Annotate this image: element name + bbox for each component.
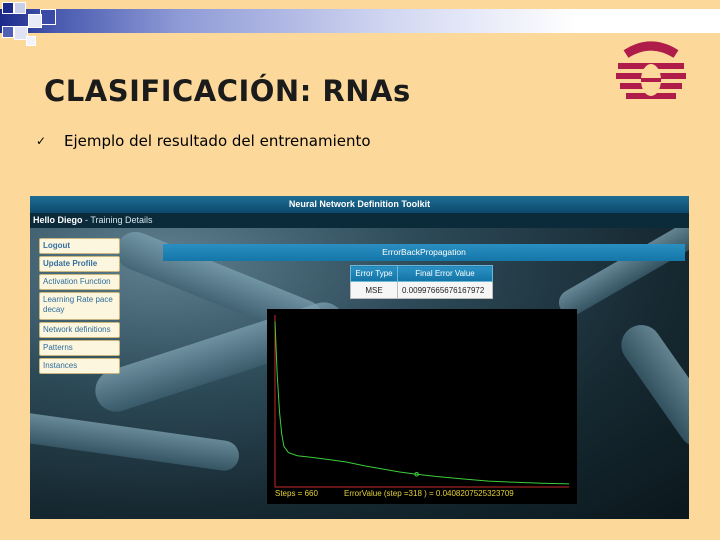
section-label: - Training Details — [82, 215, 153, 225]
app-screenshot: Neural Network Definition Toolkit Hello … — [30, 196, 689, 519]
decorative-square — [40, 9, 56, 25]
bullet-item: ✓ Ejemplo del resultado del entrenamient… — [36, 132, 371, 150]
app-title-bar: Neural Network Definition Toolkit — [30, 196, 689, 213]
steps-label: Steps = 660 — [275, 489, 318, 498]
decorative-square — [26, 36, 36, 46]
activation-function-button[interactable]: Activation Function — [39, 274, 120, 290]
algorithm-title-bar: ErrorBackPropagation — [163, 244, 685, 261]
slide-title: CLASIFICACIÓN: RNAs — [44, 74, 411, 108]
column-header: Final Error Value — [397, 265, 493, 282]
decorative-square — [2, 2, 14, 14]
greeting: Hello Diego — [33, 215, 83, 225]
error-table: Error Type Final Error Value MSE 0.00997… — [350, 265, 493, 299]
neuron-background-shape — [554, 217, 689, 321]
university-logo — [616, 41, 686, 99]
table-header-row: Error Type Final Error Value — [350, 265, 493, 282]
column-header: Error Type — [350, 265, 398, 282]
table-cell: 0.00997665676167972 — [397, 281, 493, 299]
error-value-label: ErrorValue (step =318 ) = 0.040820752532… — [344, 489, 514, 498]
decorative-square — [28, 14, 42, 28]
update-profile-button[interactable]: Update Profile — [39, 256, 120, 272]
error-curve-line — [274, 321, 570, 485]
app-subheader: Hello Diego - Training Details — [30, 213, 689, 228]
instances-button[interactable]: Instances — [39, 358, 120, 374]
decorative-square — [2, 26, 14, 38]
network-definitions-button[interactable]: Network definitions — [39, 322, 120, 338]
patterns-button[interactable]: Patterns — [39, 340, 120, 356]
error-plot: Steps = 660 ErrorValue (step =318 ) = 0.… — [267, 309, 577, 504]
logout-button[interactable]: Logout — [39, 238, 120, 254]
check-mark-icon: ✓ — [36, 134, 47, 148]
side-menu: Logout Update Profile Activation Functio… — [39, 238, 120, 376]
decorative-square — [14, 2, 26, 14]
table-cell: MSE — [350, 281, 398, 299]
error-curve-chart — [274, 315, 570, 488]
header-gradient-bar — [0, 9, 720, 33]
plot-axes — [274, 315, 569, 488]
neuron-background-shape — [30, 409, 241, 473]
neuron-background-shape — [613, 317, 689, 455]
table-row: MSE 0.00997665676167972 — [350, 281, 493, 299]
bullet-text: Ejemplo del resultado del entrenamiento — [64, 132, 371, 150]
learning-rate-decay-button[interactable]: Learning Rate pace decay — [39, 292, 120, 320]
